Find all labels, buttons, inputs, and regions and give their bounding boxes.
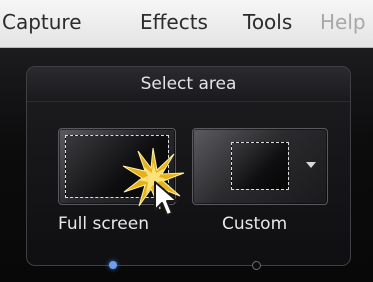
custom-label: Custom [222, 214, 288, 234]
select-area-title: Select area [27, 67, 350, 102]
menu-item-help[interactable]: Help [320, 8, 366, 36]
custom-region-icon [231, 142, 289, 190]
full-screen-label: Full screen [58, 214, 149, 234]
menu-item-effects[interactable]: Effects [140, 8, 208, 36]
menu-bar: Capture Effects Tools Help [0, 0, 373, 48]
chevron-down-icon[interactable] [306, 162, 316, 168]
page-dot-active[interactable] [109, 261, 117, 269]
mouse-cursor-icon [154, 181, 178, 216]
menu-item-capture[interactable]: Capture [2, 8, 82, 36]
page-dot[interactable] [252, 261, 261, 270]
custom-button[interactable] [192, 128, 328, 205]
menu-item-tools[interactable]: Tools [243, 8, 292, 36]
